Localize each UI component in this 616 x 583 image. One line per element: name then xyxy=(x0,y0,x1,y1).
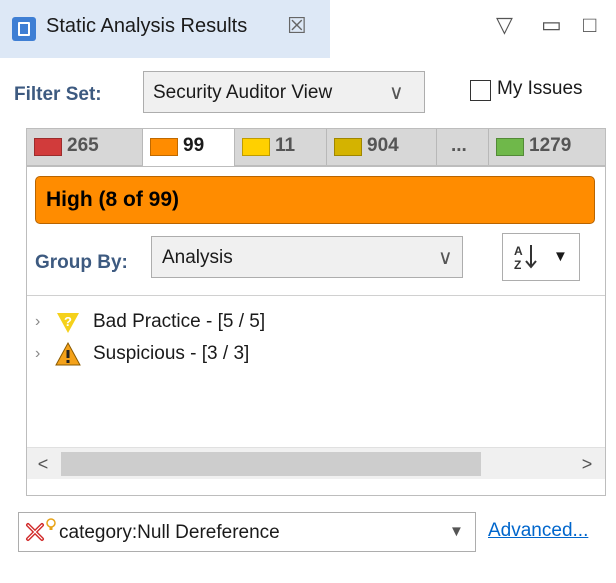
priority-tab-count: 904 xyxy=(367,135,399,156)
view-icon xyxy=(12,17,36,41)
priority-tab-count: 265 xyxy=(67,135,99,156)
warning-triangle-icon xyxy=(55,341,81,366)
view-tab[interactable]: Static Analysis Results ☒ xyxy=(0,0,330,58)
svg-text:A: A xyxy=(514,244,523,258)
filter-set-value: Security Auditor View xyxy=(153,82,333,103)
priority-tab-info[interactable]: 1279 xyxy=(489,129,605,165)
tree-item-bad-practice[interactable]: › ? Bad Practice - [5 / 5] xyxy=(35,307,575,337)
priority-tab-critical[interactable]: 265 xyxy=(27,129,143,165)
filter-search-value: category:Null Dereference xyxy=(59,522,280,543)
view-menu-icon[interactable]: ▽ xyxy=(496,12,513,38)
sort-alpha-icon: A Z xyxy=(514,244,537,272)
scroll-left-icon[interactable]: < xyxy=(27,448,59,480)
minimize-icon[interactable]: ▭ xyxy=(541,12,562,38)
medium-swatch xyxy=(242,138,270,156)
tree-item-suspicious[interactable]: › Suspicious - [3 / 3] xyxy=(35,339,575,369)
priority-header-band: High (8 of 99) xyxy=(35,176,595,224)
sort-button[interactable]: A Z ▼ xyxy=(502,233,580,281)
priority-tab-medium[interactable]: 11 xyxy=(235,129,327,165)
view-tab-bar: Static Analysis Results ☒ ▽ ▭ □ xyxy=(0,0,616,58)
my-issues-label[interactable]: My Issues xyxy=(497,78,583,100)
close-icon[interactable]: ☒ xyxy=(287,13,307,39)
tree-item-label: Suspicious - [3 / 3] xyxy=(93,343,250,364)
group-by-select[interactable]: Analysis ∨ xyxy=(151,236,463,278)
priority-tab-count: 99 xyxy=(183,135,205,156)
results-panel: High (8 of 99) Group By: Analysis ∨ A Z … xyxy=(26,166,606,496)
group-by-value: Analysis xyxy=(162,247,233,268)
maximize-icon[interactable]: □ xyxy=(583,12,596,38)
caret-down-icon: ▼ xyxy=(553,248,568,265)
view-title: Static Analysis Results xyxy=(46,15,248,37)
priority-tab-low[interactable]: 904 xyxy=(327,129,437,165)
group-by-label: Group By: xyxy=(35,252,128,273)
svg-text:?: ? xyxy=(64,314,72,329)
advanced-link[interactable]: Advanced... xyxy=(488,520,588,542)
scroll-right-icon[interactable]: > xyxy=(571,448,603,480)
priority-tab-count: 11 xyxy=(275,135,296,156)
critical-swatch xyxy=(34,138,62,156)
priority-tab-count: ... xyxy=(451,135,467,156)
priority-tab-high[interactable]: 99 xyxy=(143,129,235,167)
hint-bulb-icon xyxy=(46,518,56,530)
chevron-right-icon[interactable]: › xyxy=(35,313,40,331)
priority-header-text: High (8 of 99) xyxy=(46,188,180,211)
tree-item-label: Bad Practice - [5 / 5] xyxy=(93,311,266,332)
filter-set-label: Filter Set: xyxy=(14,84,102,105)
high-swatch xyxy=(150,138,178,156)
bad-practice-icon: ? xyxy=(57,313,79,333)
filter-search-field[interactable]: category:Null Dereference ▼ xyxy=(18,512,476,552)
clear-icon[interactable] xyxy=(25,522,45,542)
scrollbar-thumb[interactable] xyxy=(61,452,481,476)
svg-text:Z: Z xyxy=(514,258,521,272)
priority-tab-more[interactable]: ... xyxy=(437,129,489,165)
my-issues-checkbox[interactable] xyxy=(470,80,491,101)
chevron-right-icon[interactable]: › xyxy=(35,345,40,363)
chevron-down-icon: ∨ xyxy=(438,247,453,269)
low-swatch xyxy=(334,138,362,156)
horizontal-scrollbar[interactable]: < > xyxy=(27,447,605,479)
caret-down-icon[interactable]: ▼ xyxy=(449,523,464,540)
divider xyxy=(27,295,605,296)
filter-set-select[interactable]: Security Auditor View ∨ xyxy=(143,71,425,113)
priority-tab-count: 1279 xyxy=(529,135,572,156)
priority-tab-bar: 265 99 11 904 ... 1279 xyxy=(26,128,606,167)
chevron-down-icon: ∨ xyxy=(389,82,404,104)
info-swatch xyxy=(496,138,524,156)
